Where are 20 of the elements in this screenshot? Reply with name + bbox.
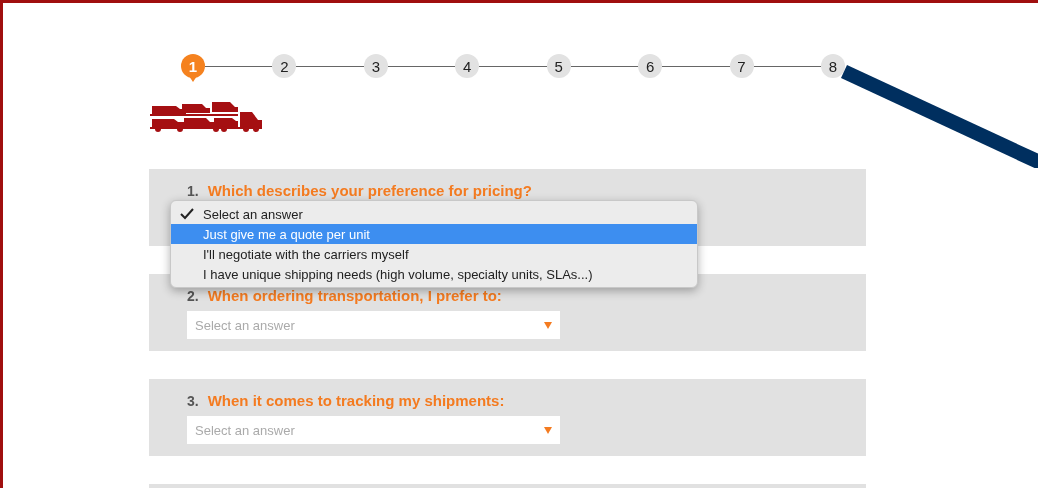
caret-icon bbox=[544, 321, 552, 329]
question-number: 2. bbox=[187, 288, 199, 304]
question-text: When it comes to tracking my shipments: bbox=[207, 392, 505, 409]
question-number: 3. bbox=[187, 393, 199, 409]
question-number: 1. bbox=[187, 183, 199, 199]
caret-icon bbox=[544, 426, 552, 434]
step-circle[interactable]: 3 bbox=[363, 54, 388, 78]
question-text: When ordering transportation, I prefer to: bbox=[207, 287, 502, 304]
checkmark-icon bbox=[180, 208, 194, 220]
step-circle[interactable]: 7 bbox=[729, 54, 754, 78]
menu-option[interactable]: I'll negotiate with the carriers myself bbox=[171, 244, 697, 264]
question-text: Which describes your preference for pricing? bbox=[207, 182, 532, 199]
menu-option[interactable]: Select an answer bbox=[171, 204, 697, 224]
step-circle[interactable]: 2 bbox=[272, 54, 297, 78]
step-circle[interactable]: 5 bbox=[546, 54, 571, 78]
step-circle[interactable]: 8 bbox=[820, 54, 845, 78]
step-circle[interactable]: 4 bbox=[455, 54, 480, 78]
step-circle[interactable]: 6 bbox=[638, 54, 663, 78]
step-pointer bbox=[189, 76, 197, 82]
menu-option[interactable]: I have unique shipping needs (high volume, specialty units, SLAs...) bbox=[171, 264, 697, 284]
